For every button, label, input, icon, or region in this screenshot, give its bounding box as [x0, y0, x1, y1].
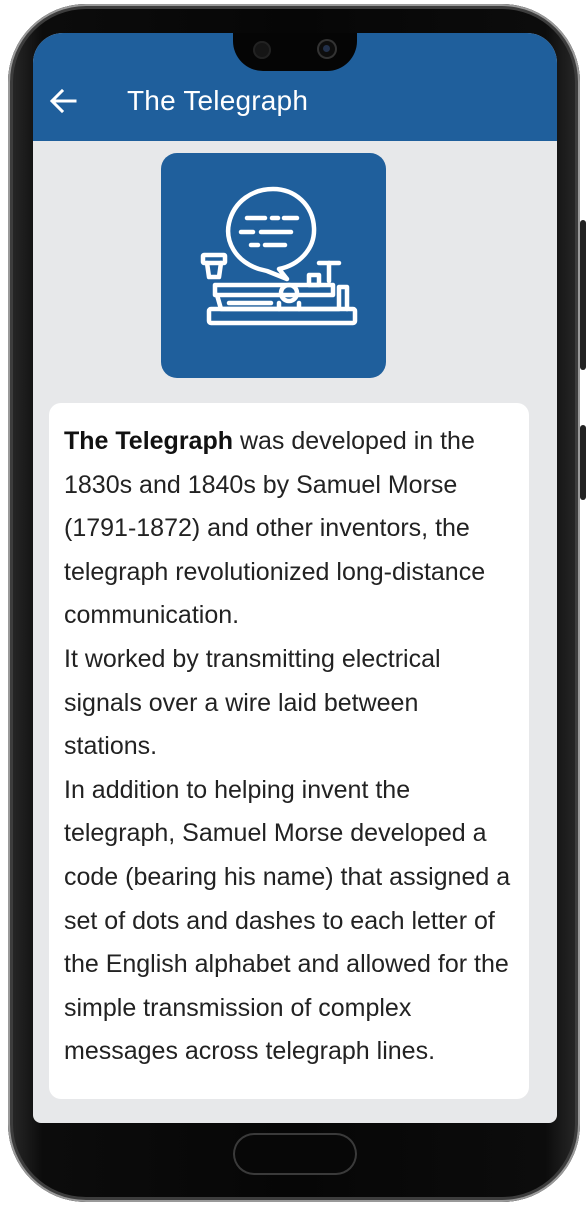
- article-intro: was developed in the 1830s and 1840s by …: [64, 427, 486, 630]
- app-screen: The Telegraph The Telegraph was develope…: [33, 33, 557, 1123]
- article-card: The Telegraph was developed in the 1830s…: [49, 403, 529, 1099]
- back-button[interactable]: [43, 83, 83, 119]
- earpiece: [253, 41, 271, 59]
- home-button[interactable]: [233, 1133, 357, 1175]
- hero-image: [161, 153, 386, 378]
- telegraph-key-icon: [200, 186, 358, 326]
- article-lead: The Telegraph: [64, 427, 234, 455]
- power-button: [580, 425, 586, 500]
- article-paragraph-2: It worked by transmitting electrical sig…: [64, 644, 441, 761]
- arrow-left-icon: [49, 88, 77, 114]
- camera-notch: [233, 33, 357, 71]
- page-title: The Telegraph: [127, 85, 309, 116]
- article-paragraph-3: In addition to helping invent the telegr…: [64, 775, 511, 1066]
- article-text: The Telegraph was developed in the 1830s…: [49, 403, 529, 1074]
- volume-button: [580, 220, 586, 370]
- front-camera: [317, 39, 337, 59]
